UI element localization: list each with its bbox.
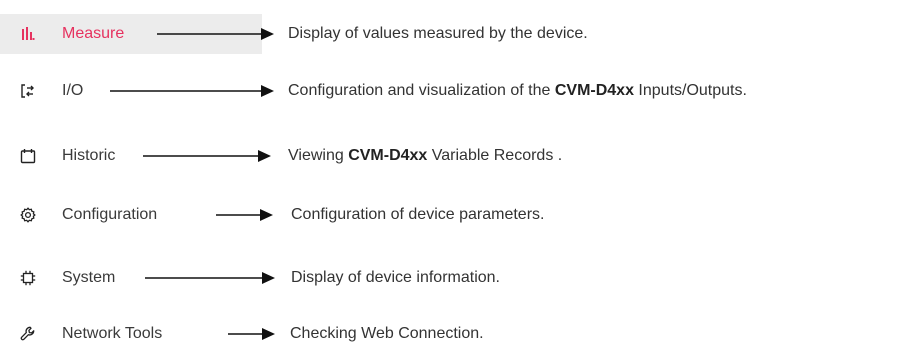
chip-icon	[20, 270, 36, 286]
sidebar-item-label: Historic	[62, 147, 116, 164]
sidebar-item-label: System	[62, 269, 116, 286]
description-configuration: Configuration of device parameters.	[291, 206, 545, 223]
menu-row-configuration: Configuration Configuration of device pa…	[0, 195, 914, 235]
description-io: Configuration and visualization of the C…	[288, 82, 747, 99]
menu-row-system: System Display of device information.	[0, 258, 914, 298]
arrow-right-icon	[216, 209, 273, 221]
sidebar-item-label: Configuration	[62, 206, 158, 223]
bar-chart-icon	[20, 26, 36, 42]
description-system: Display of device information.	[291, 269, 500, 286]
sidebar-item-label: Network Tools	[62, 325, 163, 342]
sidebar-item-configuration[interactable]: Configuration	[0, 195, 157, 235]
sidebar-item-network-tools[interactable]: Network Tools	[0, 314, 162, 354]
description-network-tools: Checking Web Connection.	[290, 325, 484, 342]
arrow-right-icon	[110, 85, 274, 97]
arrow-right-icon	[143, 150, 271, 162]
sidebar-item-system[interactable]: System	[0, 258, 115, 298]
arrow-right-icon	[157, 28, 274, 40]
sidebar-item-label: I/O	[62, 82, 84, 99]
sidebar-item-historic[interactable]: Historic	[0, 136, 115, 176]
sidebar-item-io[interactable]: I/O	[0, 71, 83, 111]
input-output-icon	[20, 83, 36, 99]
menu-row-historic: Historic Viewing CVM-D4xx Variable Recor…	[0, 136, 914, 176]
description-measure: Display of values measured by the device…	[288, 25, 588, 42]
sidebar-item-label: Measure	[62, 25, 125, 42]
gear-icon	[20, 207, 36, 223]
arrow-right-icon	[145, 272, 275, 284]
menu-row-io: I/O Configuration and visualization of t…	[0, 71, 914, 111]
wrench-icon	[20, 326, 36, 342]
menu-row-network-tools: Network Tools Checking Web Connection.	[0, 314, 914, 354]
menu-row-measure: Measure Display of values measured by th…	[0, 14, 914, 54]
arrow-right-icon	[228, 328, 275, 340]
calendar-icon	[20, 148, 36, 164]
description-historic: Viewing CVM-D4xx Variable Records .	[288, 147, 563, 164]
